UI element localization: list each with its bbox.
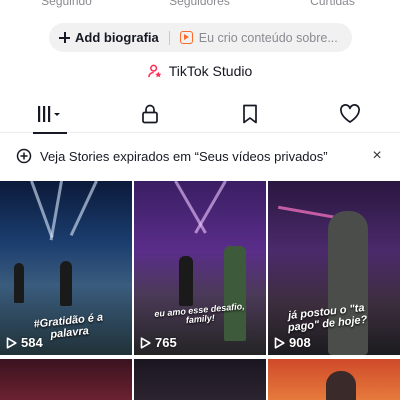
close-icon[interactable]: × [370, 147, 384, 165]
add-bio-label: Add biografia [75, 30, 159, 45]
performer-figure [14, 263, 24, 303]
play-icon [140, 336, 151, 349]
video-thumbnail[interactable] [268, 359, 400, 400]
video-grid: #Gratidão é a palavra 584 eu amo esse de… [0, 181, 400, 400]
stage-light [194, 181, 227, 234]
plus-icon [59, 32, 70, 43]
stage-light [49, 181, 63, 241]
stage-light [174, 181, 207, 234]
play-icon [6, 336, 17, 349]
stage-light [30, 181, 54, 238]
performer-figure [224, 246, 246, 341]
likes-label[interactable]: Curtidas [266, 0, 399, 10]
performer-figure [179, 256, 193, 306]
view-count: 584 [6, 335, 43, 350]
profile-actions-pill: Add biografia Eu crio conteúdo sobre... [49, 23, 352, 52]
profile-stats-row: Seguindo Seguidores Curtidas [0, 0, 400, 10]
followers-label[interactable]: Seguidores [133, 0, 266, 10]
video-thumbnail[interactable]: já postou o "ta pago" de hoje? 908 [268, 181, 400, 355]
grid-icon [38, 106, 60, 122]
bookmark-icon [243, 104, 257, 124]
video-thumbnail[interactable]: #Gratidão é a palavra 584 [0, 181, 132, 355]
tab-videos[interactable] [0, 95, 100, 134]
video-thumbnail[interactable]: eu amo esse desafio, family! 765 [134, 181, 266, 355]
following-label[interactable]: Seguindo [0, 0, 133, 10]
view-count: 908 [274, 335, 311, 350]
content-description-button[interactable]: Eu crio conteúdo sobre... [199, 31, 338, 45]
stories-banner[interactable]: Veja Stories expirados em “Seus vídeos p… [0, 140, 400, 172]
stories-icon [16, 148, 32, 164]
view-count: 765 [140, 335, 177, 350]
tiktok-studio-link[interactable]: TikTok Studio [0, 63, 400, 79]
add-bio-button[interactable]: Add biografia [59, 30, 159, 45]
heart-icon [340, 104, 360, 123]
view-count-value: 584 [21, 335, 43, 350]
tiktok-studio-label: TikTok Studio [168, 63, 253, 79]
tab-private[interactable] [100, 95, 200, 133]
performer-figure [326, 371, 356, 400]
divider [168, 30, 170, 45]
video-badge-icon [179, 31, 193, 44]
video-caption-overlay: #Gratidão é a palavra [33, 311, 104, 341]
stories-banner-text: Veja Stories expirados em “Seus vídeos p… [40, 148, 328, 164]
video-thumbnail[interactable] [134, 359, 266, 400]
lock-icon [142, 104, 158, 124]
play-icon [274, 336, 285, 349]
view-count-value: 765 [155, 335, 177, 350]
view-count-value: 908 [289, 335, 311, 350]
video-thumbnail[interactable] [0, 359, 132, 400]
tab-saved[interactable] [200, 95, 300, 133]
profile-tabs [0, 95, 400, 134]
performer-figure [60, 261, 72, 306]
stage-light [277, 205, 338, 220]
stage-light [69, 181, 98, 237]
studio-person-icon [147, 64, 162, 77]
tab-liked[interactable] [300, 95, 400, 133]
performer-figure [328, 211, 368, 355]
